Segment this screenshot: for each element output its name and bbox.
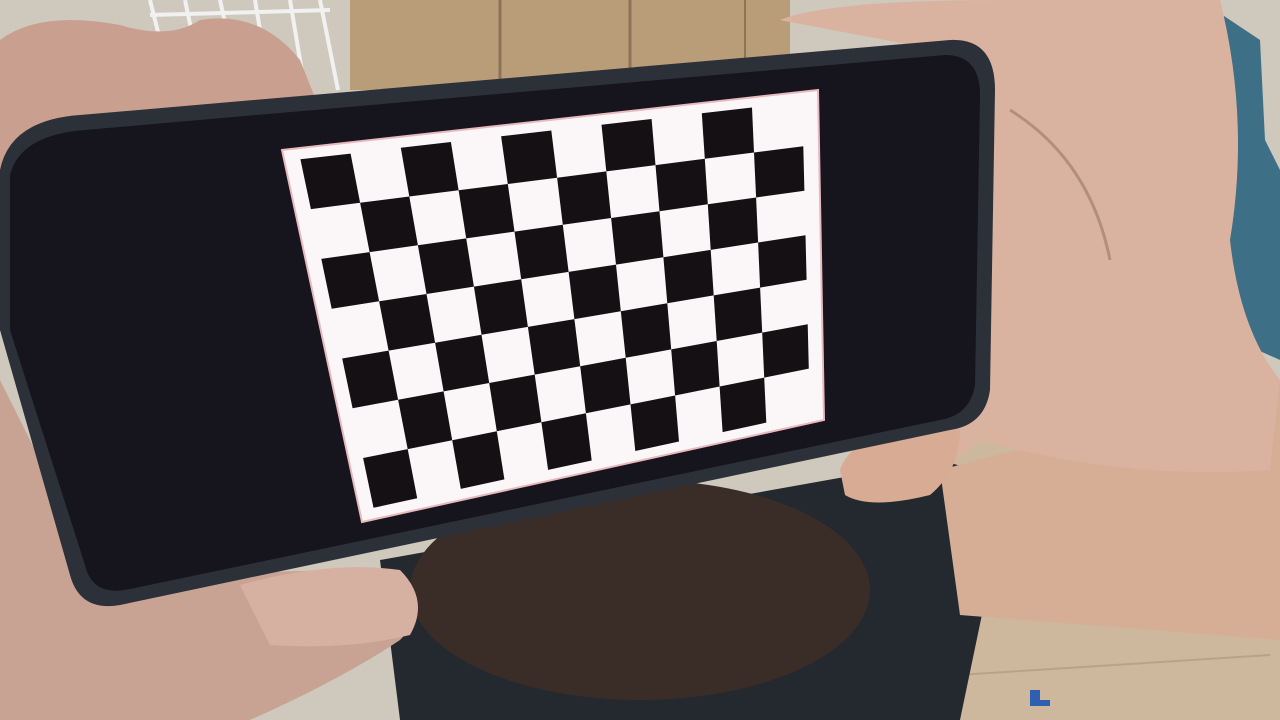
checker-square [580,357,631,414]
checker-square [620,303,672,358]
checker-square [400,142,459,197]
checker-square [758,235,807,288]
checker-square [557,171,612,225]
photo-canvas [0,0,1280,720]
checker-square [568,264,621,320]
checker-square [300,153,361,210]
checker-square [527,319,581,375]
checker-square [489,374,542,432]
checker-square [663,249,714,304]
checker-square [655,158,708,212]
left-thumb-bottom [240,567,418,647]
checker-square [611,211,664,265]
checker-square [458,184,515,239]
checker-square [473,279,528,335]
checker-square [501,130,558,184]
checker-square [541,413,592,470]
checker-square [762,324,809,378]
checker-square [713,287,763,341]
checker-square [360,196,418,253]
checker-square [719,377,767,433]
checker-square [321,252,380,309]
checker-square [417,238,474,294]
checker-square [514,224,569,280]
checker-square [379,294,436,351]
checker-square [754,146,805,198]
checker-square [671,341,720,396]
checker-square [435,334,490,392]
checker-square [398,391,453,450]
checker-square [630,395,679,451]
checker-square [701,107,754,159]
checker-square [601,119,656,172]
photo-scene [0,0,1280,720]
checker-square [452,431,505,489]
checker-square [707,197,759,250]
